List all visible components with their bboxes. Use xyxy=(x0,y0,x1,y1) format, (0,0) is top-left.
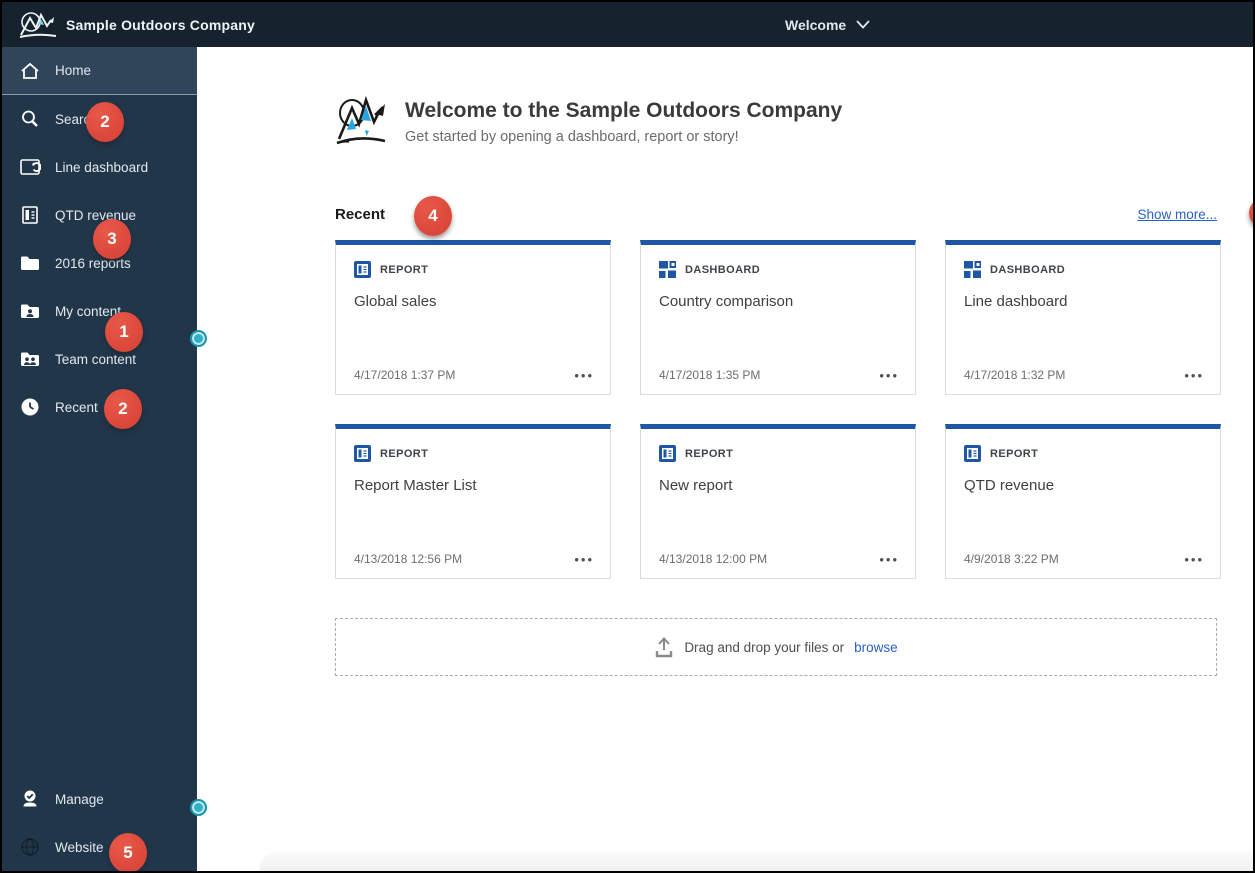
welcome-text-block: Welcome to the Sample Outdoors Company G… xyxy=(405,92,842,145)
annotation-badge-my-content: 1 xyxy=(105,312,143,352)
dropzone-text: Drag and drop your files or xyxy=(684,639,845,655)
card-title: Global sales xyxy=(354,293,437,310)
card-menu-ellipsis[interactable]: ••• xyxy=(1184,369,1204,382)
card-menu-ellipsis[interactable]: ••• xyxy=(1184,553,1204,566)
sidebar-item-label: Manage xyxy=(55,791,104,807)
card-menu-ellipsis[interactable]: ••• xyxy=(879,553,899,566)
sidebar-item-website[interactable]: Website xyxy=(2,823,197,871)
card-date: 4/17/2018 1:35 PM xyxy=(659,368,761,382)
sidebar-item-label: QTD revenue xyxy=(55,207,137,223)
browse-link[interactable]: browse xyxy=(854,640,898,655)
page-subtitle: Get started by opening a dashboard, repo… xyxy=(405,129,739,145)
welcome-menu-label: Welcome xyxy=(785,16,847,33)
team-content-icon xyxy=(21,352,39,366)
recent-section-header: Recent Show more... xyxy=(335,206,1217,223)
sidebar-item-label: Website xyxy=(55,839,104,855)
report-doc-icon xyxy=(22,206,38,224)
card-menu-ellipsis[interactable]: ••• xyxy=(879,369,899,382)
card-title: Country comparison xyxy=(659,293,794,310)
sidebar-item-label: Recent xyxy=(55,399,98,415)
sidebar-item-label: Line dashboard xyxy=(55,159,149,175)
card-line-dashboard[interactable]: DASHBOARD Line dashboard 4/17/2018 1:32 … xyxy=(945,240,1221,395)
card-date: 4/17/2018 1:32 PM xyxy=(964,368,1066,382)
sidebar-bottom: Manage Website xyxy=(2,775,197,871)
card-date: 4/13/2018 12:00 PM xyxy=(659,552,768,566)
recent-heading: Recent xyxy=(335,206,386,223)
card-new-report[interactable]: REPORT New report 4/13/2018 12:00 PM ••• xyxy=(640,424,916,579)
report-icon xyxy=(964,445,981,462)
card-global-sales[interactable]: REPORT Global sales 4/17/2018 1:37 PM ••… xyxy=(335,240,611,395)
dashboard-tile-icon xyxy=(964,261,981,278)
welcome-menu-dropdown[interactable]: Welcome xyxy=(785,2,870,47)
dashboard-tile-icon xyxy=(659,261,676,278)
search-icon xyxy=(22,110,38,127)
manage-icon xyxy=(23,790,37,807)
company-logo-large-icon xyxy=(336,95,386,145)
welcome-header: Welcome to the Sample Outdoors Company G… xyxy=(335,92,1217,150)
card-date: 4/9/2018 3:22 PM xyxy=(964,552,1059,566)
company-logo-icon xyxy=(19,11,57,38)
upload-icon xyxy=(656,637,673,658)
sidebar-item-recent[interactable]: Recent xyxy=(2,383,197,431)
dashboard-icon xyxy=(20,159,41,175)
card-type-label: REPORT xyxy=(990,447,1039,460)
report-icon xyxy=(354,261,371,278)
bottom-panel-shadow xyxy=(259,851,1253,871)
folder-icon xyxy=(21,256,39,270)
main-area: Welcome to the Sample Outdoors Company G… xyxy=(197,47,1253,871)
card-type-label: DASHBOARD xyxy=(990,263,1066,276)
card-report-master-list[interactable]: REPORT Report Master List 4/13/2018 12:5… xyxy=(335,424,611,579)
tour-hotspot-manage[interactable] xyxy=(190,799,207,816)
card-title: New report xyxy=(659,477,733,494)
annotation-badge-search: 2 xyxy=(86,102,124,142)
report-icon xyxy=(659,445,676,462)
recent-cards-grid: REPORT Global sales 4/17/2018 1:37 PM ••… xyxy=(335,240,1221,579)
card-title: QTD revenue xyxy=(964,477,1055,494)
sidebar-item-my-content[interactable]: My content xyxy=(2,287,197,335)
card-country-comparison[interactable]: DASHBOARD Country comparison 4/17/2018 1… xyxy=(640,240,916,395)
sidebar-item-home[interactable]: Home xyxy=(2,47,197,95)
chevron-down-icon xyxy=(856,20,870,29)
annotation-badge-recent-nav: 2 xyxy=(104,389,142,429)
clock-icon xyxy=(21,398,39,416)
card-type-label: REPORT xyxy=(380,447,429,460)
report-icon xyxy=(354,445,371,462)
app-window: Sample Outdoors Company Welcome Home Sea… xyxy=(0,0,1255,873)
annotation-badge-website: 5 xyxy=(109,833,147,871)
card-type-label: REPORT xyxy=(380,263,429,276)
card-qtd-revenue[interactable]: REPORT QTD revenue 4/9/2018 3:22 PM ••• xyxy=(945,424,1221,579)
tour-hotspot-content[interactable] xyxy=(190,330,207,347)
home-icon xyxy=(21,62,39,79)
sidebar-item-label: 2016 reports xyxy=(55,255,131,271)
file-dropzone[interactable]: Drag and drop your files or browse xyxy=(335,618,1217,676)
sidebar-item-team-content[interactable]: Team content xyxy=(2,335,197,383)
annotation-badge-reports: 3 xyxy=(93,219,131,259)
card-menu-ellipsis[interactable]: ••• xyxy=(574,369,594,382)
my-content-icon xyxy=(21,304,39,318)
card-type-label: REPORT xyxy=(685,447,734,460)
card-date: 4/13/2018 12:56 PM xyxy=(354,552,463,566)
sidebar-item-label: Home xyxy=(55,63,92,78)
sidebar-item-manage[interactable]: Manage xyxy=(2,775,197,823)
card-type-label: DASHBOARD xyxy=(685,263,761,276)
card-title: Report Master List xyxy=(354,477,477,494)
app-title: Sample Outdoors Company xyxy=(66,16,255,33)
card-title: Line dashboard xyxy=(964,293,1068,310)
show-more-link[interactable]: Show more... xyxy=(1137,207,1217,222)
annotation-badge-recent-section: 4 xyxy=(414,196,452,236)
card-date: 4/17/2018 1:37 PM xyxy=(354,368,456,382)
card-menu-ellipsis[interactable]: ••• xyxy=(574,553,594,566)
page-title: Welcome to the Sample Outdoors Company xyxy=(405,99,843,122)
sidebar-item-line-dashboard[interactable]: Line dashboard xyxy=(2,143,197,191)
sidebar: Home Search Line dashboard QTD revenue 2… xyxy=(2,47,197,871)
sidebar-item-label: Team content xyxy=(55,351,137,367)
top-bar: Sample Outdoors Company Welcome xyxy=(2,2,1253,47)
globe-icon xyxy=(21,838,39,856)
